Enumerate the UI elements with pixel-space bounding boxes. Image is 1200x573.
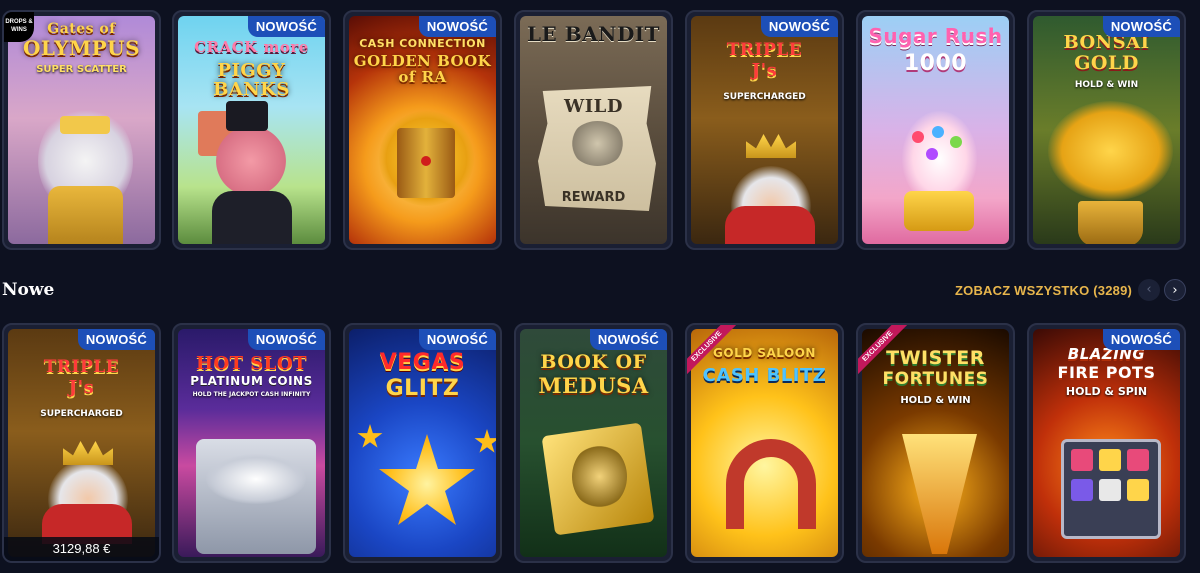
game-art [691,329,838,557]
game-tile-hot-slot-platinum-coins[interactable]: NOWOŚĆ HOT SLOT PLATINUM COINS HOLD THE … [172,323,331,563]
game-tile-gates-of-olympus[interactable]: DROPS & WINS Gates of OLYMPUS SUPER SCAT… [2,10,161,250]
armor-shape [48,186,123,244]
game-tile-golden-book-of-ra[interactable]: NOWOŚĆ CASH CONNECTION GOLDEN BOOK of RA [343,10,502,250]
game-title-line2: 1000 [903,51,968,76]
small-star [474,429,496,453]
game-title: HOT SLOT [195,353,308,374]
game-art [520,16,667,244]
top-hat [226,101,268,131]
jackpot-amount: 3129,88 € [4,537,159,561]
game-title-line2: PLATINUM COINS [190,374,313,388]
game-title: TWISTER [886,347,985,369]
game-title-line2: CASH BLITZ [702,365,827,386]
chevron-left-icon[interactable]: ‹ [1138,279,1160,301]
game-title-line2: GLITZ [385,376,460,401]
game-title: CRACK more [194,38,309,56]
horseshoe-shape [726,439,816,529]
game-subtitle: SUPER SCATTER [36,64,127,75]
poster-reward-label: REWARD [561,190,626,205]
game-title-line2: J's [68,377,95,398]
section-title: Nowe [2,280,55,300]
game-title-line2: OLYMPUS [22,36,141,60]
game-row-top: DROPS & WINS Gates of OLYMPUS SUPER SCAT… [0,10,1200,250]
reel-symbol [1127,479,1149,501]
silver-coins [206,454,306,504]
game-title: Sugar Rush [868,24,1003,48]
game-subtitle: HOLD & SPIN [1065,385,1148,398]
reel-symbol [1099,479,1121,501]
new-badge: NOWOŚĆ [760,16,838,37]
new-badge: NOWOŚĆ [247,329,325,350]
robe-shape [725,206,815,244]
reel-symbol [1071,479,1093,501]
game-tile-vegas-glitz[interactable]: NOWOŚĆ VEGAS GLITZ [343,323,502,563]
reel-symbol [1071,449,1093,471]
new-badge: NOWOŚĆ [77,329,155,350]
drops-and-wins-badge: DROPS & WINS [4,12,34,42]
see-all-link[interactable]: ZOBACZ WSZYSTKO (3289) [955,283,1132,298]
game-subtitle: HOLD THE JACKPOT CASH INFINITY [192,391,311,398]
game-title-line2: J's [751,60,778,81]
game-art [349,16,496,244]
game-tile-bonsai-gold[interactable]: NOWOŚĆ BONSAI GOLD HOLD & WIN [1027,10,1186,250]
game-tile-sugar-rush-1000[interactable]: Sugar Rush 1000 [856,10,1015,250]
game-title: VEGAS [379,350,466,375]
game-tile-twister-fortunes[interactable]: EXCLUSIVE TWISTER FORTUNES HOLD & WIN [856,323,1015,563]
game-title-line2: FIRE POTS [1057,363,1156,382]
reel-symbol [1099,449,1121,471]
medusa-face [572,444,627,509]
raccoon-face [570,121,625,166]
game-title-line2: GOLDEN BOOK of RA [353,52,492,86]
suit-shape [212,191,292,244]
gold-tree [1048,101,1173,201]
new-badge: NOWOŚĆ [1102,16,1180,37]
game-title-line2: FORTUNES [882,369,989,389]
game-title-line2: GOLD [1074,52,1139,74]
gumball [926,148,938,160]
game-row-new: NOWOŚĆ TRIPLE J's SUPERCHARGED 3129,88 €… [0,323,1200,563]
game-title: BOOK OF [540,351,647,373]
new-badge: NOWOŚĆ [589,329,667,350]
new-badge: NOWOŚĆ [1102,329,1180,350]
game-title: TRIPLE [726,40,803,60]
game-tile-blazing-fire-pots[interactable]: NOWOŚĆ BLAZING FIRE POTS HOLD & SPIN [1027,323,1186,563]
poster-wild-label: WILD [564,96,623,117]
chevron-right-icon[interactable]: › [1164,279,1186,301]
crown-shape [60,116,110,134]
new-badge: NOWOŚĆ [418,16,496,37]
game-tile-triple-js-supercharged[interactable]: NOWOŚĆ TRIPLE J's SUPERCHARGED 3129,88 € [2,323,161,563]
gumball [950,136,962,148]
game-subtitle: SUPERCHARGED [723,92,806,102]
machine-base [904,191,974,231]
small-star [357,424,383,448]
game-title: GOLD SALOON [713,346,816,360]
tornado-shape [902,434,977,554]
game-tile-triple-js-supercharged[interactable]: NOWOŚĆ TRIPLE J's SUPERCHARGED [685,10,844,250]
reel-symbol [1127,449,1149,471]
gem-shape [421,156,431,166]
crown-shape [63,441,113,465]
game-tile-gold-saloon-cash-blitz[interactable]: EXCLUSIVE GOLD SALOON CASH BLITZ [685,323,844,563]
gold-pot [1078,201,1143,244]
new-badge: NOWOŚĆ [247,16,325,37]
star-shape [379,434,475,525]
game-title-line2: PIGGY BANKS [213,60,290,100]
pig-head [216,126,286,196]
game-title: LE BANDIT [526,22,661,46]
game-subtitle: HOLD & WIN [1074,80,1139,90]
crown-shape [746,134,796,158]
game-tile-crack-more-piggy-banks[interactable]: NOWOŚĆ CRACK more PIGGY BANKS [172,10,331,250]
game-subtitle: HOLD & WIN [900,395,971,406]
game-tile-le-bandit[interactable]: LE BANDIT WILD REWARD [514,10,673,250]
gumball [932,126,944,138]
game-title: CASH CONNECTION [359,37,486,50]
game-title: TRIPLE [43,357,120,377]
game-subtitle: SUPERCHARGED [40,409,123,419]
game-title-line2: MEDUSA [538,373,649,398]
game-tile-book-of-medusa[interactable]: NOWOŚĆ BOOK OF MEDUSA [514,323,673,563]
new-badge: NOWOŚĆ [418,329,496,350]
gumball [912,131,924,143]
